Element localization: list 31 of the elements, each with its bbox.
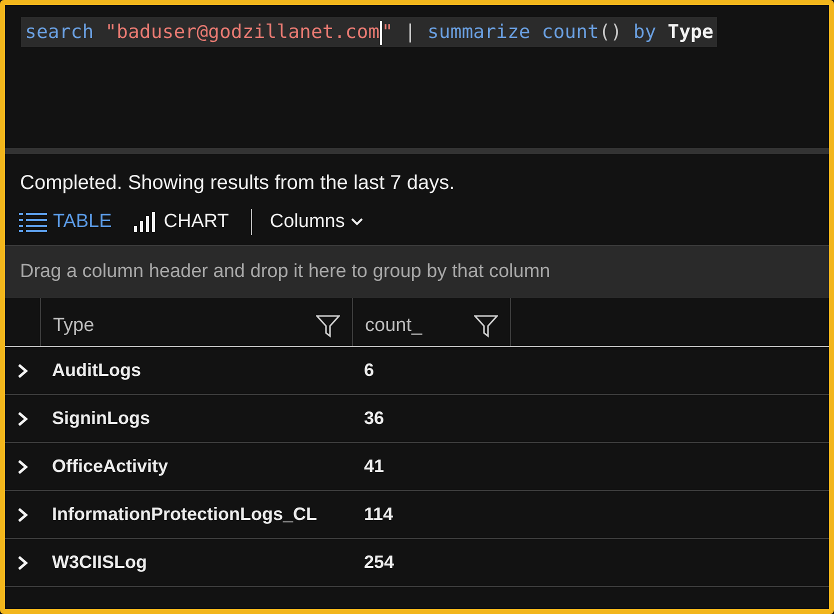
query-text[interactable]: search "baduser@godzillanet.com" | summarize count() by Type xyxy=(21,17,718,47)
column-title: count_ xyxy=(365,315,422,337)
table-cell: OfficeActivity xyxy=(52,456,168,477)
filter-icon[interactable] xyxy=(316,314,340,338)
table-cell: 254 xyxy=(364,552,394,573)
bar-chart-icon xyxy=(134,212,158,232)
status-message: Completed. Showing results from the last 7 days. xyxy=(19,171,456,195)
list-icon xyxy=(19,212,47,232)
table-cell: W3CIISLog xyxy=(52,552,147,573)
column-header[interactable]: Type xyxy=(40,298,352,346)
chevron-down-icon xyxy=(350,218,363,226)
group-by-bar[interactable]: Drag a column header and drop it here to group by that column xyxy=(5,245,829,298)
group-by-hint: Drag a column header and drop it here to group by that column xyxy=(20,261,550,283)
column-title: Type xyxy=(53,315,94,337)
expand-icon[interactable] xyxy=(16,364,28,378)
expand-icon[interactable] xyxy=(16,508,28,522)
expand-icon[interactable] xyxy=(16,556,28,570)
filter-icon[interactable] xyxy=(474,314,498,338)
table-cell: 6 xyxy=(364,360,374,381)
column-header[interactable]: count_ xyxy=(352,298,510,346)
table-cell: AuditLogs xyxy=(52,360,141,381)
expand-icon[interactable] xyxy=(16,460,28,474)
table-cell: 41 xyxy=(364,456,384,477)
expand-icon[interactable] xyxy=(16,412,28,426)
table-cell: SigninLogs xyxy=(52,408,150,429)
view-tab[interactable]: TABLE xyxy=(19,211,112,233)
table-cell: 36 xyxy=(364,408,384,429)
columns-dropdown[interactable]: Columns xyxy=(270,211,363,233)
table-cell: InformationProtectionLogs_CL xyxy=(52,504,317,525)
view-tab[interactable]: CHART xyxy=(134,211,229,233)
table-cell: 114 xyxy=(364,504,394,525)
